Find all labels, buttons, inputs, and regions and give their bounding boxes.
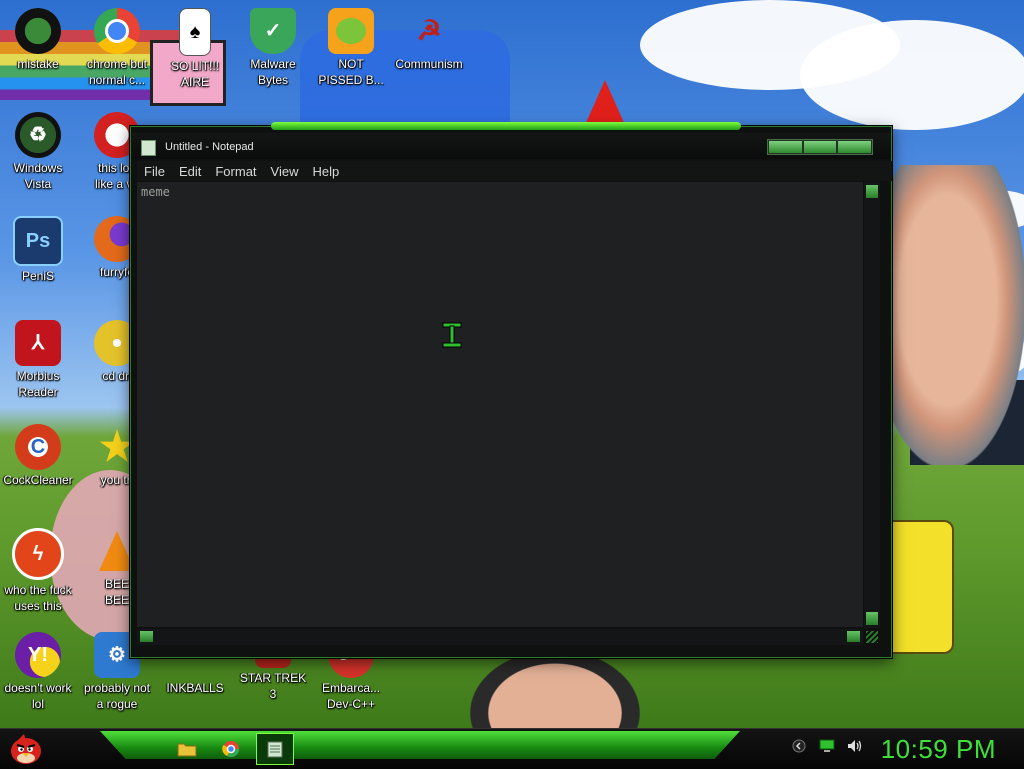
pdf-reader-icon: ⅄ — [15, 320, 61, 366]
taskbar-chrome-button[interactable] — [219, 737, 243, 761]
desktop-icon[interactable]: ☭ Communism — [389, 8, 469, 72]
taskbar: 10:59 PM — [0, 728, 1024, 769]
menu-format[interactable]: Format — [215, 164, 256, 179]
notepad-icon — [267, 741, 283, 758]
text-editor-area[interactable]: meme — [137, 182, 863, 627]
notepad-window[interactable]: Untitled - Notepad File Edit Format View… — [130, 122, 892, 658]
desktop-icon-label: NOT PISSED B... — [318, 57, 384, 87]
taskbar-clock[interactable]: 10:59 PM — [881, 734, 996, 765]
desktop-icon-label: mistake — [17, 57, 59, 71]
yahoo-messenger-icon: Y! — [15, 632, 61, 678]
taskbar-folder-button[interactable] — [175, 737, 199, 761]
scroll-up-button[interactable] — [866, 185, 878, 198]
scroll-right-button[interactable] — [847, 631, 860, 642]
chrome-icon — [222, 741, 240, 758]
desktop-icon-label: who the fuck uses this — [4, 583, 72, 613]
desktop-icon-label: Malware Bytes — [250, 57, 296, 87]
desktop-icon[interactable]: ♠ SO LIT!!! AIRE — [155, 8, 235, 90]
solitaire-card-icon: ♠ — [179, 8, 211, 56]
scroll-left-button[interactable] — [140, 631, 153, 642]
xbox-ball-icon — [15, 8, 61, 54]
desktop-icon[interactable]: ϟ who the fuck uses this — [0, 528, 78, 614]
maximize-button[interactable] — [803, 141, 837, 153]
ccleaner-icon: C — [15, 424, 61, 470]
close-button[interactable] — [838, 141, 872, 153]
volume-icon[interactable] — [846, 737, 864, 755]
flag-decoration — [585, 80, 625, 125]
grandma-face-decoration — [470, 650, 640, 728]
angry-bird-icon — [11, 734, 41, 764]
resize-grip-icon[interactable] — [866, 631, 878, 643]
desktop-icon-label: PeniS — [21, 269, 55, 283]
desktop-icon[interactable]: Ps PeniS — [0, 216, 78, 284]
desktop-icon-label: SO LIT!!! AIRE — [170, 59, 219, 89]
desktop-icon-label: chrome but normal c... — [86, 57, 148, 87]
ibeam-cursor-icon — [442, 322, 462, 348]
network-icon[interactable] — [818, 737, 836, 755]
window-glow-accent — [271, 122, 741, 130]
desktop-icon-label: Embarca... Dev-C++ — [321, 681, 381, 711]
menu-help[interactable]: Help — [312, 164, 339, 179]
communist-emblem-icon: ☭ — [416, 15, 442, 46]
menu-file[interactable]: File — [144, 164, 165, 179]
cloud-shape — [800, 20, 1024, 130]
menu-view[interactable]: View — [271, 164, 299, 179]
desktop-icon-label: doesn't work lol — [4, 681, 72, 711]
window-caption-buttons — [767, 139, 873, 155]
horizontal-scrollbar[interactable] — [137, 629, 863, 645]
scroll-down-button[interactable] — [866, 612, 878, 625]
desktop-icon-label: Morbius Reader — [16, 369, 60, 399]
desktop-icon[interactable]: Y! doesn't work lol — [0, 632, 78, 712]
desktop-icon-label: STAR TREK 3 — [239, 671, 307, 701]
start-button[interactable] — [6, 731, 46, 767]
menu-bar: File Edit Format View Help — [137, 161, 892, 181]
desktop-icon-label: INKBALLS — [166, 681, 224, 695]
man-face-decoration — [885, 165, 1024, 465]
chrome-icon — [94, 8, 140, 54]
vertical-scrollbar[interactable] — [864, 182, 880, 628]
desktop-icon[interactable]: chrome but normal c... — [77, 8, 157, 88]
desktop-icon[interactable]: C CockCleaner — [0, 424, 78, 488]
menu-edit[interactable]: Edit — [179, 164, 201, 179]
taskbar-notepad-button[interactable] — [256, 733, 294, 765]
chevron-icon[interactable] — [790, 737, 808, 755]
notepad-icon — [141, 140, 156, 156]
flash-icon: ϟ — [12, 528, 64, 580]
desktop-icon[interactable]: ♻ Windows Vista — [0, 112, 78, 192]
system-tray — [790, 737, 864, 755]
photoshop-icon: Ps — [13, 216, 63, 266]
desktop-icon-label: CockCleaner — [3, 473, 73, 487]
shield-check-icon: ✓ — [250, 8, 296, 54]
minimize-button[interactable] — [769, 141, 802, 153]
desktop-icon[interactable]: NOT PISSED B... — [311, 8, 391, 88]
angry-pig-icon — [328, 8, 374, 54]
desktop-icon[interactable]: mistake — [0, 8, 78, 72]
desktop-icon-label: Communism — [395, 57, 463, 71]
folder-icon — [177, 743, 197, 757]
recycle-bin-icon: ♻ — [15, 112, 61, 158]
window-title: Untitled - Notepad — [165, 141, 254, 153]
desktop-icon[interactable]: ⅄ Morbius Reader — [0, 320, 78, 400]
desktop-icon-label: probably not a rogue — [83, 681, 151, 711]
desktop-icon-label: Windows Vista — [13, 161, 63, 191]
title-bar[interactable]: Untitled - Notepad — [131, 133, 891, 159]
desktop-icon[interactable]: ✓ Malware Bytes — [233, 8, 313, 88]
